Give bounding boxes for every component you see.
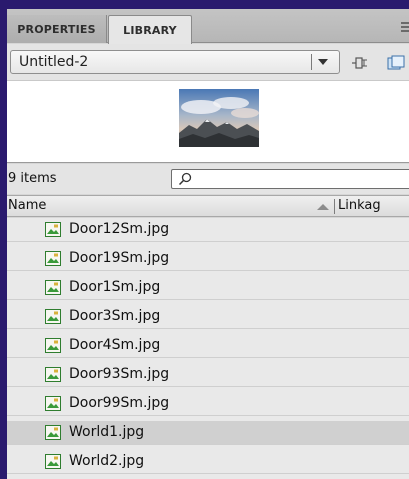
list-item-label: Door1Sm.jpg: [69, 279, 161, 295]
list-item[interactable]: Door12Sm.jpg: [7, 218, 409, 242]
list-item-label: Door4Sm.jpg: [69, 337, 161, 353]
bitmap-icon: [45, 222, 61, 237]
bitmap-icon: [45, 425, 61, 440]
sort-ascending-icon[interactable]: [317, 204, 329, 210]
list-item[interactable]: World1.jpg: [7, 421, 409, 445]
bitmap-icon: [45, 280, 61, 295]
list-item-label: Door99Sm.jpg: [69, 395, 170, 411]
bitmap-icon: [45, 454, 61, 469]
list-item-label: World2.jpg: [69, 453, 145, 469]
column-header: Name Linkag: [7, 195, 409, 217]
library-item-list: Door12Sm.jpg Door19Sm.jpg Door1Sm.jpg Do…: [7, 218, 409, 479]
list-item[interactable]: Door93Sm.jpg: [7, 363, 409, 387]
bitmap-icon: [45, 338, 61, 353]
pin-icon[interactable]: [351, 56, 369, 70]
panel-tab-bar: PROPERTIES LIBRARY: [7, 9, 409, 44]
preview-image: [179, 89, 259, 147]
bitmap-icon: [45, 396, 61, 411]
search-input[interactable]: [171, 169, 409, 189]
count-row: 9 items: [7, 164, 409, 194]
list-item[interactable]: Door19Sm.jpg: [7, 247, 409, 271]
library-panel: PROPERTIES LIBRARY Untitled-2 9 items Na…: [7, 9, 409, 479]
column-divider[interactable]: [334, 199, 335, 214]
list-item[interactable]: World2.jpg: [7, 450, 409, 474]
search-icon: [178, 172, 192, 186]
tab-properties[interactable]: PROPERTIES: [7, 15, 107, 43]
bitmap-icon: [45, 367, 61, 382]
bitmap-icon: [45, 309, 61, 324]
list-item-label: Door19Sm.jpg: [69, 250, 170, 266]
column-linkage-header[interactable]: Linkag: [338, 198, 381, 213]
tab-library[interactable]: LIBRARY: [108, 15, 192, 44]
new-library-panel-icon[interactable]: [387, 55, 407, 71]
list-item-label: Door12Sm.jpg: [69, 221, 170, 237]
list-item-label: Door93Sm.jpg: [69, 366, 170, 382]
item-preview: [7, 80, 409, 163]
panel-menu-icon[interactable]: [399, 19, 409, 35]
document-dropdown-value: Untitled-2: [19, 54, 89, 70]
list-item-label: World1.jpg: [69, 424, 145, 440]
dropdown-divider: [311, 54, 312, 70]
list-item[interactable]: Door1Sm.jpg: [7, 276, 409, 300]
document-row: Untitled-2: [7, 44, 409, 80]
list-item[interactable]: Door4Sm.jpg: [7, 334, 409, 358]
item-count: 9 items: [8, 171, 57, 186]
list-item[interactable]: Door3Sm.jpg: [7, 305, 409, 329]
bitmap-icon: [45, 251, 61, 266]
chevron-down-icon[interactable]: [318, 59, 328, 65]
column-name-header[interactable]: Name: [8, 198, 46, 213]
list-item-label: Door3Sm.jpg: [69, 308, 161, 324]
document-dropdown[interactable]: Untitled-2: [10, 50, 340, 74]
list-item[interactable]: Door99Sm.jpg: [7, 392, 409, 416]
